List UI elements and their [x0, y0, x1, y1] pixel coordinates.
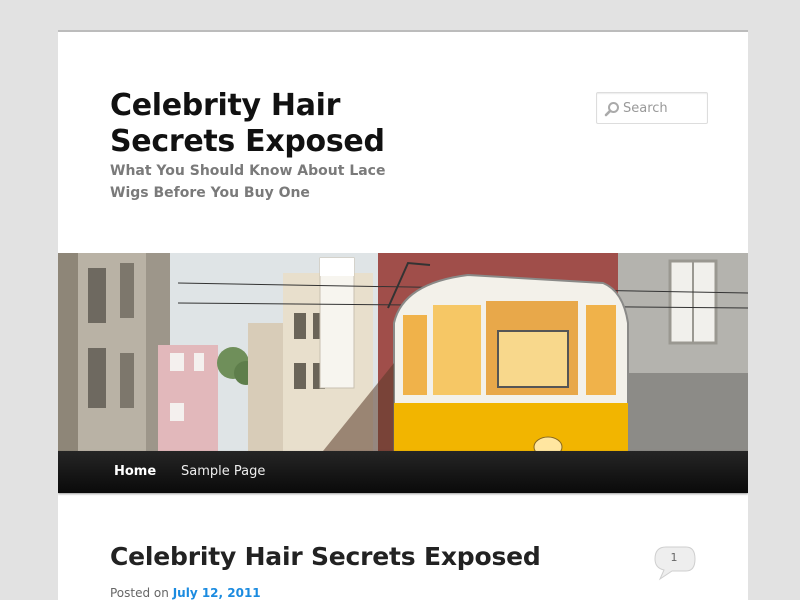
post-date-link[interactable]: July 12, 2011: [173, 586, 261, 600]
entry-title[interactable]: Celebrity Hair Secrets Exposed: [110, 542, 541, 571]
main-nav: Home Sample Page: [58, 451, 748, 493]
search-form[interactable]: [596, 92, 708, 124]
search-icon: [604, 102, 619, 117]
comments-link[interactable]: 1: [654, 546, 698, 582]
site-title[interactable]: Celebrity Hair Secrets Exposed: [110, 88, 410, 160]
tram-street-image: [58, 253, 748, 451]
nav-item-home[interactable]: Home: [114, 451, 156, 493]
entry-meta: Posted on July 12, 2011: [110, 586, 261, 600]
comment-count: 1: [670, 551, 678, 564]
posted-on-label: Posted on: [110, 586, 169, 600]
page: Celebrity Hair Secrets Exposed What You …: [58, 30, 748, 600]
site-description: What You Should Know About Lace Wigs Bef…: [110, 163, 386, 201]
search-input[interactable]: [623, 93, 707, 123]
nav-item-sample-page[interactable]: Sample Page: [181, 451, 265, 493]
header-image[interactable]: [58, 253, 748, 451]
